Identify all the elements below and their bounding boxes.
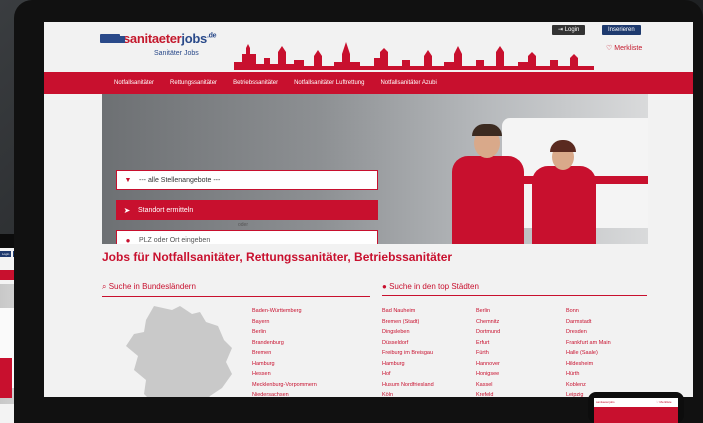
nav-item-luftrettung[interactable]: Notfallsanitäter Luftrettung [294,80,364,86]
stadt-link[interactable]: Bonn [566,306,611,317]
nav-item-azubi[interactable]: Notfallsanitäter Azubi [380,80,436,86]
login-button[interactable]: ⇥ Login [552,25,586,35]
staedte-list-col1: Bad Nauheim Bremen (Stadt) Dingsleben Dü… [382,306,434,401]
stadt-link[interactable]: Düsseldorf [382,338,434,349]
stadt-link[interactable]: Dortmund [476,327,500,338]
site-logo[interactable]: sanitaeterjobs.de [100,31,216,46]
laptop-device: sanitaeterjobs.de Sanitäter Jobs ⇥ Login… [14,0,703,423]
job-category-select-value: --- alle Stellenangebote --- [139,176,221,184]
logo-main-text: sanitaeter [123,31,182,46]
hero-banner: ▼ --- alle Stellenangebote --- ➤ Standor… [102,94,648,244]
staedte-heading-label: Suche in den top Städten [389,282,479,291]
stadt-link[interactable]: Halle (Saale) [566,348,611,359]
inserieren-button[interactable]: Inserieren [602,25,641,35]
main-nav: Notfallsanitäter Rettungssanitäter Betri… [44,72,693,94]
standort-ermitteln-button[interactable]: ➤ Standort ermitteln [116,200,378,220]
paramedic-female-image [532,166,596,244]
paramedic-male-image [452,156,524,244]
stadt-link[interactable]: Frankfurt am Main [566,338,611,349]
stadt-link[interactable]: Dingsleben [382,327,434,338]
bundesland-link[interactable]: Bayern [252,317,317,328]
stadt-link[interactable]: Hildesheim [566,359,611,370]
bundeslaender-list: Baden-Württemberg Bayern Berlin Brandenb… [252,306,317,401]
phone-merkliste-label: Merkliste [659,400,672,404]
bundesland-link[interactable]: Brandenburg [252,338,317,349]
paramedic-male-hair [472,124,502,136]
stadt-link[interactable]: Hof [382,369,434,380]
bundeslaender-heading: ⌕ Suche in Bundesländern [102,282,370,297]
logo-wordmark: sanitaeterjobs.de [123,31,216,46]
oder-label: oder [238,222,249,228]
stadt-link[interactable]: Hamburg [382,359,434,370]
merkliste-label: Merkliste [614,45,643,52]
stadt-link[interactable]: Darmstadt [566,317,611,328]
stadt-link[interactable]: Berlin [476,306,500,317]
bundeslaender-heading-label: Suche in Bundesländern [108,282,196,291]
logo-subtitle: Sanitäter Jobs [154,50,199,57]
bundesland-link[interactable]: Berlin [252,327,317,338]
logo-accent-text: jobs [181,31,207,46]
stadt-link[interactable]: Bad Nauheim [382,306,434,317]
stadt-link[interactable]: Husum Nordfriesland [382,380,434,391]
plz-placeholder: PLZ oder Ort eingeben [139,236,211,244]
stadt-link[interactable]: Erfurt [476,338,500,349]
job-category-select[interactable]: ▼ --- alle Stellenangebote --- [116,170,378,190]
login-label: Login [564,27,580,33]
map-pin-icon: ● [382,282,387,291]
bundesland-link[interactable]: Baden-Württemberg [252,306,317,317]
stadt-link[interactable]: Kassel [476,380,500,391]
city-skyline-graphic [234,42,594,70]
stadt-link[interactable]: Fürth [476,348,500,359]
phone-device: sanitaeterjobs ♡ Merkliste [588,392,684,423]
bundesland-link[interactable]: Hamburg [252,359,317,370]
phone-screen: sanitaeterjobs ♡ Merkliste [594,398,678,423]
search-icon: ⌕ [102,282,107,291]
bundesland-link[interactable]: Bremen [252,348,317,359]
bundesland-link[interactable]: Mecklenburg-Vorpommern [252,380,317,391]
map-pin-icon: ● [125,235,131,245]
staedte-heading: ● Suche in den top Städten [382,282,647,296]
phone-logo[interactable]: sanitaeterjobs [596,400,615,404]
site-header: sanitaeterjobs.de Sanitäter Jobs ⇥ Login… [44,22,693,72]
tablet-login-button[interactable]: Login [0,251,12,257]
plz-input[interactable]: ● PLZ oder Ort eingeben [116,230,378,244]
phone-merkliste-link[interactable]: ♡ Merkliste [656,400,672,404]
merkliste-link[interactable]: ♡ Merkliste [606,44,642,52]
staedte-list-col2: Berlin Chemnitz Dortmund Erfurt Fürth Ha… [476,306,500,401]
stadt-link[interactable]: Honigsee [476,369,500,380]
logo-tld-text: .de [206,32,217,40]
phone-nav [594,407,678,423]
staedte-list-col3: Bonn Darmstadt Dresden Frankfurt am Main… [566,306,611,401]
nav-item-notfallsanitaeter[interactable]: Notfallsanitäter [114,80,154,86]
stadt-link[interactable]: Koblenz [566,380,611,391]
stadt-link[interactable]: Dresden [566,327,611,338]
nav-item-betriebssanitaeter[interactable]: Betriebssanitäter [233,80,278,86]
standort-label: Standort ermitteln [138,206,194,214]
bundesland-link[interactable]: Hessen [252,369,317,380]
heart-icon: ♡ [606,45,613,52]
location-arrow-icon: ➤ [123,205,131,215]
nav-item-rettungssanitaeter[interactable]: Rettungssanitäter [170,80,217,86]
page-title: Jobs für Notfallsanitäter, Rettungssanit… [102,250,453,264]
laptop-screen: sanitaeterjobs.de Sanitäter Jobs ⇥ Login… [44,22,693,423]
stadt-link[interactable]: Bremen (Stadt) [382,317,434,328]
stadt-link[interactable]: Hürth [566,369,611,380]
ambulance-logo-icon [100,34,125,43]
stadt-link[interactable]: Freiburg im Breisgau [382,348,434,359]
stadt-link[interactable]: Hannover [476,359,500,370]
stadt-link[interactable]: Chemnitz [476,317,500,328]
tablet-paramedic-image [0,358,12,398]
chevron-down-icon: ▼ [124,176,132,184]
